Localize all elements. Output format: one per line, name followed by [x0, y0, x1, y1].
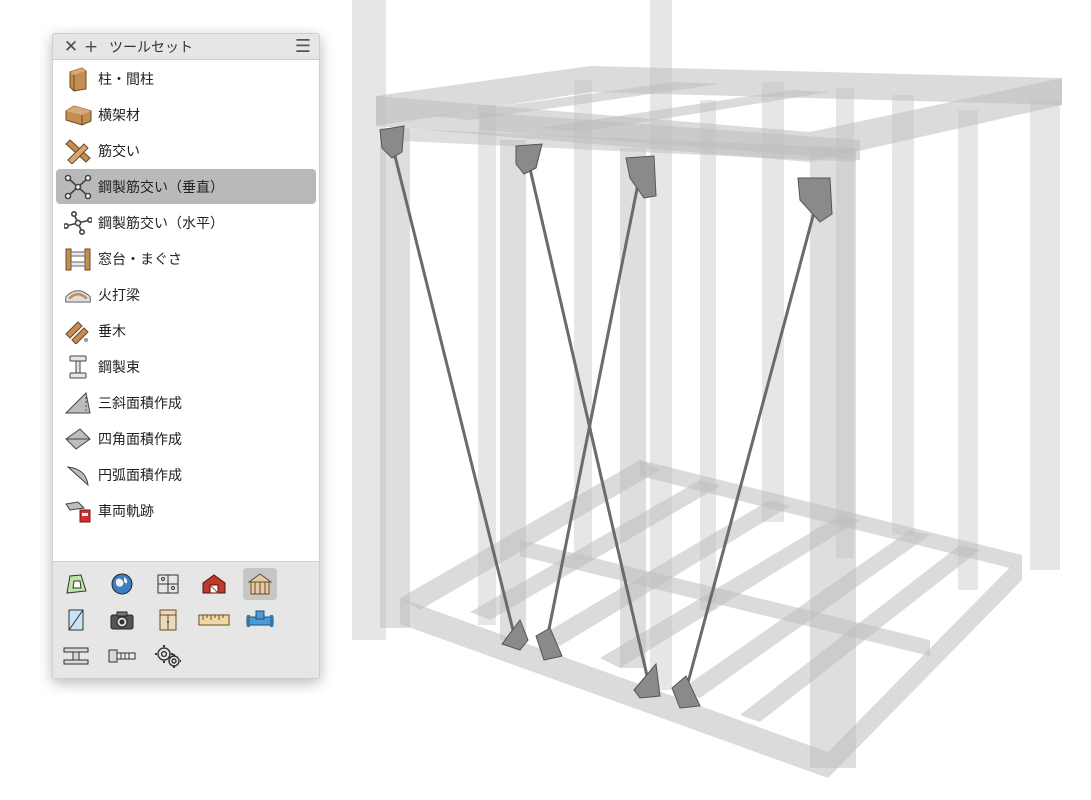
palette-row [59, 604, 319, 640]
site-plan-icon[interactable] [59, 568, 93, 600]
panel-header: ✕ + ツールセット ☰ [53, 34, 319, 60]
bolt-icon[interactable] [105, 640, 139, 672]
tool-item-arc-area[interactable]: 円弧面積作成 [56, 457, 316, 492]
pipe-icon[interactable] [243, 604, 277, 636]
tool-item-label: 窓台・まぐさ [98, 251, 182, 268]
rafter-icon [64, 317, 92, 345]
panel-title: ツールセット [109, 39, 193, 56]
beam-icon [64, 101, 92, 129]
tool-item-steel-brace-vertical[interactable]: 鋼製筋交い（垂直） [56, 169, 316, 204]
barn-icon[interactable] [197, 568, 231, 600]
tool-item-steel-post[interactable]: 鋼製束 [56, 349, 316, 384]
arc-area-icon [64, 461, 92, 489]
cabinet-icon[interactable] [151, 604, 185, 636]
tool-item-angle-brace[interactable]: 火打梁 [56, 277, 316, 312]
tool-item-vehicle-path[interactable]: 車両軌跡 [56, 493, 316, 528]
brace-icon [64, 137, 92, 165]
tool-item-label: 車両軌跡 [98, 503, 154, 520]
floor-plan-icon[interactable] [151, 568, 185, 600]
tool-item-label: 筋交い [98, 143, 140, 160]
tool-item-label: 四角面積作成 [98, 431, 182, 448]
steel-brace-vertical-icon [64, 173, 92, 201]
angle-brace-icon [64, 281, 92, 309]
add-button[interactable]: + [81, 34, 101, 60]
wood-frame-house-icon[interactable] [243, 568, 277, 600]
palette-row [59, 640, 319, 676]
tool-item-beam[interactable]: 横架材 [56, 97, 316, 132]
palette-row [59, 568, 319, 604]
tool-item-label: 垂木 [98, 323, 126, 340]
window-sill-icon [64, 245, 92, 273]
camera-icon[interactable] [105, 604, 139, 636]
tool-item-label: 三斜面積作成 [98, 395, 182, 412]
steel-beam-icon[interactable] [59, 640, 93, 672]
gears-icon[interactable] [151, 640, 185, 672]
close-button[interactable]: ✕ [61, 34, 81, 60]
tool-item-post[interactable]: 柱・間柱 [56, 61, 316, 96]
mirror-icon[interactable] [59, 604, 93, 636]
tool-item-label: 柱・間柱 [98, 71, 154, 88]
tool-item-triangle-area[interactable]: 三斜面積作成 [56, 385, 316, 420]
tool-list: 柱・間柱 横架材 筋交い 鋼製筋交い（垂直） 鋼製筋交い（水平） 窓台・まぐさ … [53, 61, 319, 528]
post-icon [64, 65, 92, 93]
tool-item-label: 火打梁 [98, 287, 140, 304]
tool-item-label: 円弧面積作成 [98, 467, 182, 484]
tool-item-label: 鋼製筋交い（垂直） [98, 179, 224, 196]
tool-item-rafter[interactable]: 垂木 [56, 313, 316, 348]
tool-item-steel-brace-horizontal[interactable]: 鋼製筋交い（水平） [56, 205, 316, 240]
tool-palette [53, 561, 319, 678]
panel-menu-button[interactable]: ☰ [295, 36, 311, 57]
tool-item-brace[interactable]: 筋交い [56, 133, 316, 168]
front-wall-frame [380, 128, 856, 768]
steel-post-icon [64, 353, 92, 381]
tool-item-window-sill[interactable]: 窓台・まぐさ [56, 241, 316, 276]
tool-item-label: 鋼製束 [98, 359, 140, 376]
toolset-panel: ✕ + ツールセット ☰ 柱・間柱 横架材 筋交い 鋼製筋交い（垂直） 鋼製筋交… [52, 33, 320, 679]
tool-item-label: 横架材 [98, 107, 140, 124]
quad-area-icon [64, 425, 92, 453]
tool-item-label: 鋼製筋交い（水平） [98, 215, 224, 232]
tool-item-quad-area[interactable]: 四角面積作成 [56, 421, 316, 456]
ruler-icon[interactable] [197, 604, 231, 636]
globe-icon[interactable] [105, 568, 139, 600]
vehicle-path-icon [64, 497, 92, 525]
triangle-area-icon [64, 389, 92, 417]
steel-brace-horizontal-icon [64, 209, 92, 237]
